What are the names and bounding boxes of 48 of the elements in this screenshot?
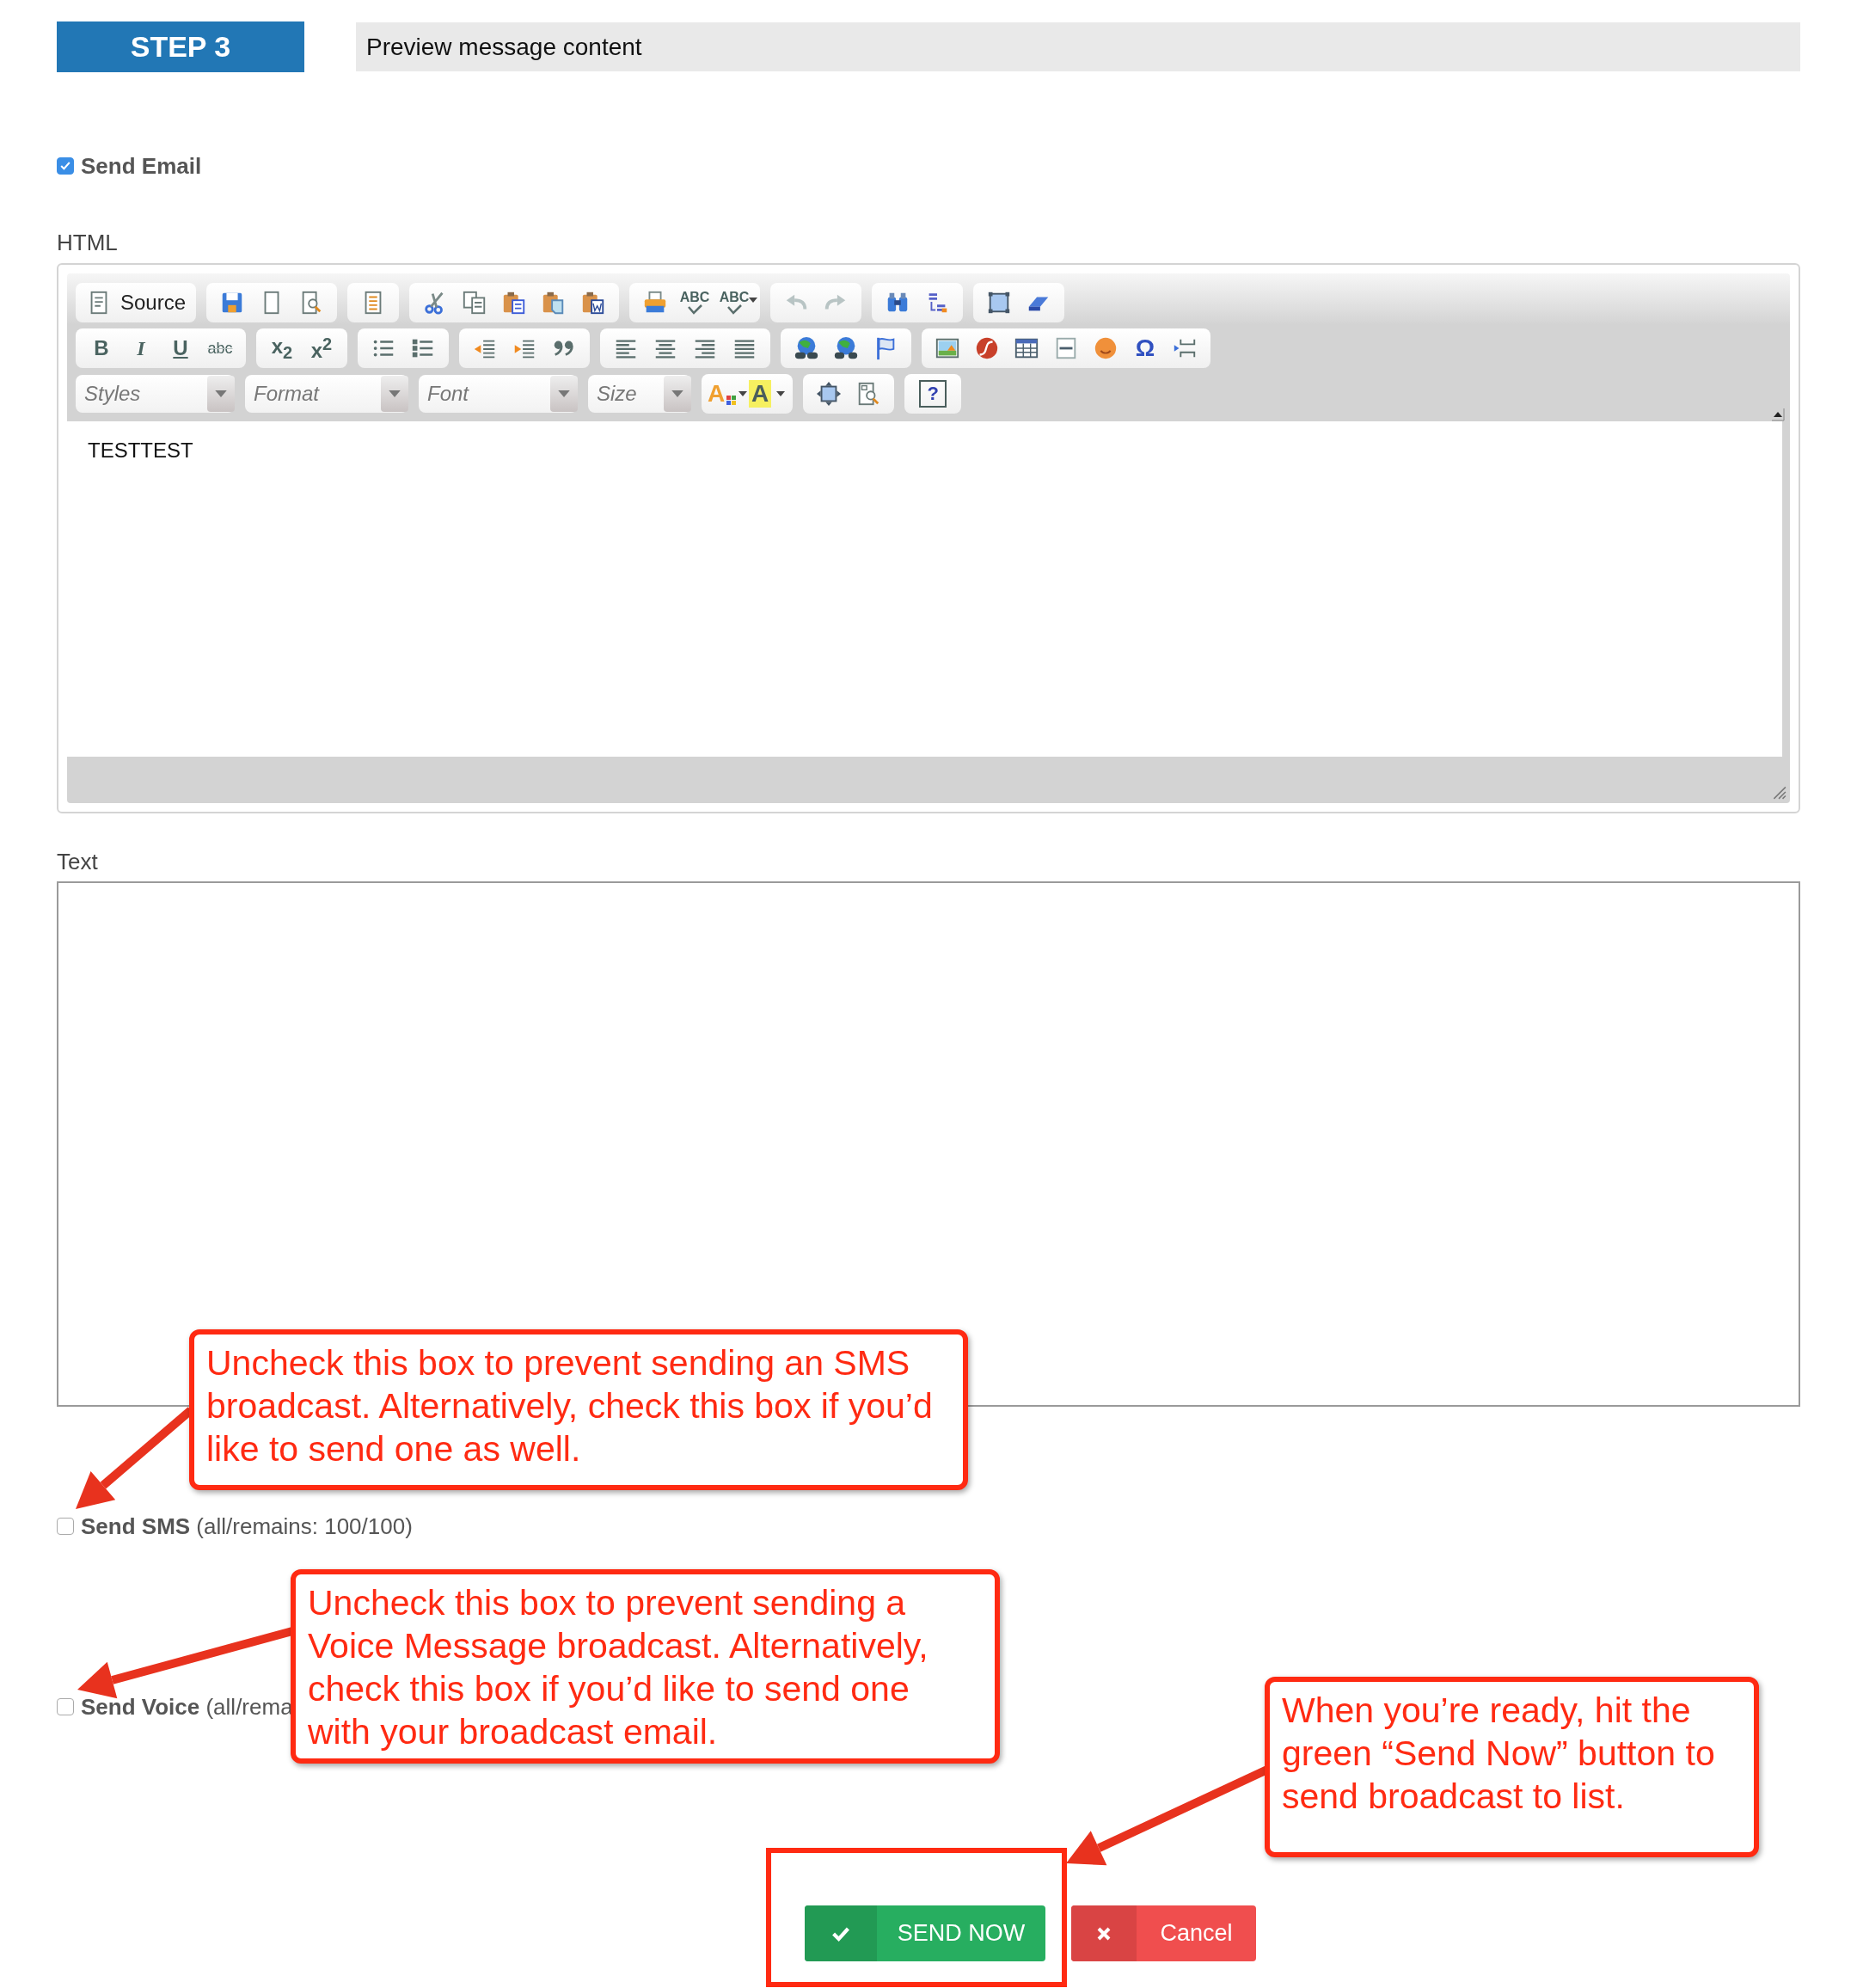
dropdown[interactable]: Font bbox=[419, 375, 578, 413]
underline-button[interactable]: U bbox=[161, 331, 200, 365]
italic-button[interactable]: I bbox=[121, 331, 161, 365]
subscript-button[interactable]: x$_{2}$ bbox=[262, 331, 302, 365]
unlink-icon[interactable] bbox=[833, 335, 859, 361]
field-label: Text bbox=[57, 848, 99, 876]
checkbox[interactable] bbox=[57, 157, 74, 175]
callout: Uncheck this box to prevent sending a Voice Message broadcast. Alternatively, check this box if you’d like to send one with your broadcast email. bbox=[291, 1569, 1000, 1764]
checkbox-label: Send Email bbox=[81, 152, 202, 180]
link-icon[interactable] bbox=[794, 335, 819, 361]
superscript-button[interactable]: x$^{2}$ bbox=[302, 331, 341, 365]
checkbox[interactable] bbox=[57, 1518, 74, 1535]
spellcheck-menu-button[interactable]: ABC bbox=[714, 285, 755, 320]
checkbox-label: Send SMS (all/remains: 100/100) bbox=[81, 1512, 413, 1540]
source-button[interactable]: Source bbox=[76, 283, 197, 322]
background-color-button[interactable]: A bbox=[747, 377, 788, 411]
flash-icon[interactable] bbox=[974, 335, 1000, 361]
color-squares-icon bbox=[726, 396, 738, 406]
cancel-button[interactable]: Cancel bbox=[1071, 1905, 1256, 1961]
caret-icon bbox=[749, 298, 758, 303]
resize-grip-icon[interactable] bbox=[1771, 784, 1787, 800]
callout: Uncheck this box to prevent sending an SMS broadcast. Alternatively, check this box if you’d like to send one as well. bbox=[189, 1329, 968, 1490]
check-icon bbox=[726, 304, 744, 315]
caret-icon bbox=[671, 390, 683, 398]
help-button[interactable]: ? bbox=[919, 380, 947, 408]
dropdown[interactable]: Size bbox=[588, 375, 691, 413]
callout: When you’re ready, hit the green “Send Now” button to send broadcast to list. bbox=[1265, 1677, 1759, 1857]
checkbox[interactable] bbox=[57, 1698, 74, 1715]
special-character-button[interactable]: Ω bbox=[1125, 331, 1165, 365]
dropdown[interactable]: Format bbox=[245, 375, 408, 413]
smiley-icon[interactable] bbox=[1093, 335, 1118, 361]
maximize-icon[interactable] bbox=[816, 381, 843, 407]
field-label: HTML bbox=[57, 229, 119, 257]
caret-icon bbox=[776, 391, 786, 396]
checkbox-label: Send Voice (all/rema bbox=[81, 1693, 293, 1721]
caret-icon bbox=[215, 390, 227, 398]
bold-button[interactable]: B bbox=[82, 331, 121, 365]
spellcheck-button[interactable]: ABC bbox=[675, 285, 715, 320]
dropdown[interactable]: Styles bbox=[76, 375, 235, 413]
caret-icon bbox=[558, 390, 570, 398]
caret-icon bbox=[389, 390, 401, 398]
collapse-icon[interactable] bbox=[1771, 408, 1785, 421]
caret-icon bbox=[739, 391, 748, 396]
editor-text: TESTTEST bbox=[88, 439, 193, 463]
editor-content[interactable]: TESTTEST bbox=[67, 421, 1782, 757]
step-title: Preview message content bbox=[356, 22, 1800, 71]
step-badge: STEP 3 bbox=[57, 21, 304, 72]
check-icon bbox=[686, 304, 704, 315]
